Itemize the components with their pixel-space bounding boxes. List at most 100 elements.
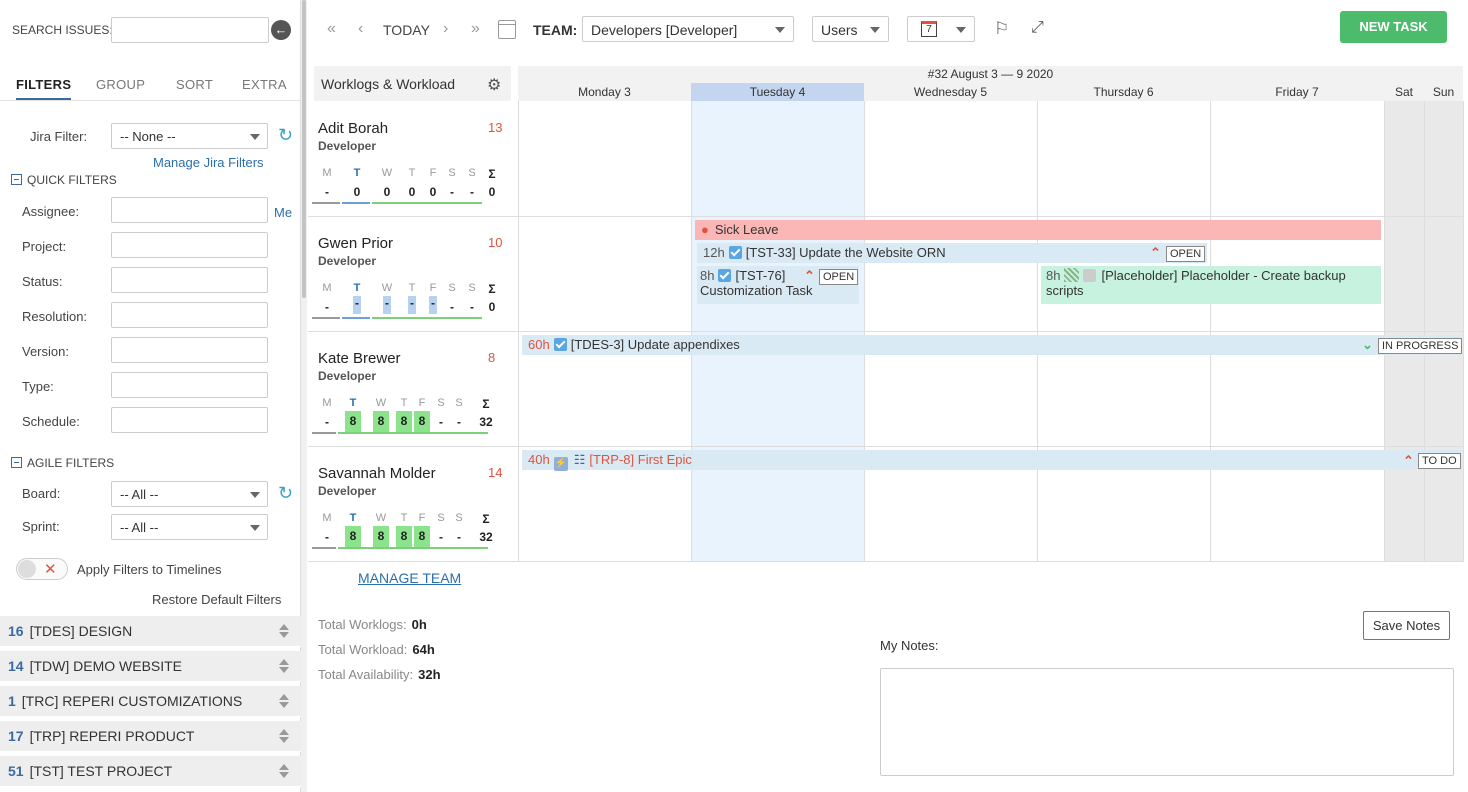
placeholder-card[interactable]: 8h [Placeholder] Placeholder - Create bac… bbox=[1041, 266, 1381, 304]
sort-icon[interactable] bbox=[279, 694, 289, 708]
schedule-input[interactable] bbox=[111, 407, 268, 433]
day-hours: 8 bbox=[396, 526, 412, 547]
checkbox-gray-icon bbox=[1083, 269, 1097, 282]
apply-filters-toggle[interactable]: ✕ bbox=[16, 558, 68, 580]
quick-filters-title: QUICK FILTERS bbox=[27, 173, 117, 187]
weekday-letter: S bbox=[455, 512, 463, 524]
notes-label: My Notes: bbox=[880, 638, 939, 653]
day-header: Tuesday 4 bbox=[749, 85, 806, 99]
double-chevron-right-icon[interactable]: » bbox=[471, 20, 480, 38]
weekday-letter: T bbox=[349, 397, 357, 409]
team-select[interactable]: Developers [Developer] bbox=[582, 16, 794, 42]
double-chevron-left-icon[interactable]: « bbox=[327, 20, 336, 38]
project-label: Project: bbox=[22, 239, 67, 254]
restore-default-filters-link[interactable]: Restore Default Filters bbox=[152, 592, 281, 607]
tab-sort[interactable]: SORT bbox=[176, 77, 213, 92]
search-issues-input[interactable] bbox=[111, 17, 269, 43]
gear-icon[interactable]: ⚙ bbox=[487, 75, 501, 95]
priority-low-icon: ⌄ bbox=[1362, 337, 1373, 352]
task-hours: 8h bbox=[700, 268, 715, 283]
day-hours: - bbox=[439, 530, 443, 544]
board-select[interactable]: -- All -- bbox=[111, 481, 268, 507]
sort-icon[interactable] bbox=[279, 729, 289, 743]
manage-jira-filters-link[interactable]: Manage Jira Filters bbox=[153, 155, 264, 170]
fullscreen-icon[interactable]: ⤢ bbox=[1031, 19, 1044, 37]
save-notes-button[interactable]: Save Notes bbox=[1363, 611, 1450, 640]
resolution-input[interactable] bbox=[111, 302, 268, 328]
me-link[interactable]: Me bbox=[274, 205, 292, 220]
day-hours: 8 bbox=[345, 526, 361, 547]
users-select[interactable]: Users bbox=[812, 16, 889, 42]
status-input[interactable] bbox=[111, 267, 268, 293]
project-group-row[interactable]: 16 [TDES] DESIGN bbox=[0, 616, 301, 647]
day-header: Thursday 6 bbox=[1093, 85, 1154, 99]
arrow-left-icon[interactable]: ← bbox=[271, 20, 291, 40]
project-group-row[interactable]: 17 [TRP] REPERI PRODUCT bbox=[0, 721, 301, 752]
tab-filters[interactable]: FILTERS bbox=[16, 77, 72, 100]
refresh-icon[interactable]: ↻ bbox=[278, 483, 293, 504]
version-label: Version: bbox=[22, 344, 69, 359]
project-group-row[interactable]: 1 [TRC] REPERI CUSTOMIZATIONS bbox=[0, 686, 301, 717]
day-hours: 0 bbox=[383, 185, 391, 199]
user-row[interactable]: Gwen Prior Developer 10 bbox=[318, 235, 502, 268]
version-input[interactable] bbox=[111, 337, 268, 363]
chevron-down-icon bbox=[956, 27, 966, 33]
scrollbar-thumb[interactable] bbox=[302, 0, 306, 298]
day-hours: - bbox=[383, 296, 391, 314]
jira-filter-select[interactable]: -- None -- bbox=[111, 123, 268, 149]
agile-filters-header[interactable]: AGILE FILTERS bbox=[11, 456, 114, 470]
flag-icon[interactable]: ⚐ bbox=[994, 19, 1009, 39]
user-row[interactable]: Savannah Molder Developer 14 bbox=[318, 465, 502, 498]
sprint-select[interactable]: -- All -- bbox=[111, 514, 268, 540]
total-value: 64h bbox=[412, 642, 435, 657]
status-badge: TO DO bbox=[1418, 453, 1461, 469]
tab-group[interactable]: GROUP bbox=[96, 77, 145, 92]
type-input[interactable] bbox=[111, 372, 268, 398]
chevron-left-icon[interactable]: ‹ bbox=[358, 20, 363, 38]
task-title: [TRP-8] First Epic bbox=[589, 452, 692, 467]
hierarchy-icon: ☷ bbox=[573, 452, 586, 467]
day-hours: - bbox=[470, 185, 474, 199]
notes-textarea[interactable] bbox=[880, 668, 1454, 776]
project-input[interactable] bbox=[111, 232, 268, 258]
striped-icon bbox=[1064, 268, 1080, 282]
user-row[interactable]: Kate Brewer Developer 8 bbox=[318, 350, 495, 383]
status-badge: OPEN bbox=[1166, 246, 1206, 262]
user-row[interactable]: Adit Borah Developer 13 bbox=[318, 120, 502, 153]
sort-icon[interactable] bbox=[279, 624, 289, 638]
project-group-row[interactable]: 14 [TDW] DEMO WEBSITE bbox=[0, 651, 301, 682]
calendar-icon[interactable] bbox=[498, 20, 516, 39]
weekday-letter: W bbox=[381, 167, 393, 179]
project-count: 51 bbox=[8, 763, 24, 779]
row-divider bbox=[308, 561, 1464, 562]
new-task-button[interactable]: NEW TASK bbox=[1340, 11, 1447, 43]
sort-icon[interactable] bbox=[279, 659, 289, 673]
weekday-letter: M bbox=[322, 512, 332, 524]
today-button[interactable]: TODAY bbox=[383, 22, 430, 38]
assignee-input[interactable] bbox=[111, 197, 268, 223]
manage-team-link[interactable]: MANAGE TEAM bbox=[358, 570, 461, 586]
task-bar[interactable]: 12h [TST-33] Update the Website ORN bbox=[697, 243, 1207, 263]
day-hours: - bbox=[325, 185, 329, 199]
users-value: Users bbox=[821, 22, 858, 38]
task-bar[interactable]: 40h ⚡ ☷ [TRP-8] First Epic bbox=[522, 450, 1461, 471]
total-label: Total Worklogs: bbox=[318, 617, 407, 632]
type-label: Type: bbox=[22, 379, 54, 394]
chevron-down-icon bbox=[250, 525, 260, 531]
sort-icon[interactable] bbox=[279, 764, 289, 778]
jira-filter-label: Jira Filter: bbox=[30, 129, 88, 144]
task-title: [TST-33] Update the Website ORN bbox=[745, 245, 946, 260]
task-bar[interactable]: 60h [TDES-3] Update appendixes bbox=[522, 335, 1461, 355]
sick-leave-bar[interactable]: ● Sick Leave bbox=[695, 220, 1381, 240]
day-hours: - bbox=[450, 185, 454, 199]
weekday-letter: S bbox=[448, 282, 456, 294]
tab-extra[interactable]: EXTRA bbox=[242, 77, 287, 92]
refresh-icon[interactable]: ↻ bbox=[278, 125, 293, 146]
sidebar-scrollbar[interactable] bbox=[301, 0, 307, 792]
chevron-right-icon[interactable]: › bbox=[443, 20, 448, 38]
quick-filters-header[interactable]: QUICK FILTERS bbox=[11, 173, 117, 187]
calendar-view-select[interactable]: 7 bbox=[907, 16, 975, 42]
total-worklogs: Total Worklogs: 0h bbox=[318, 617, 427, 632]
search-issues-label: SEARCH ISSUES: bbox=[12, 23, 113, 37]
project-group-row[interactable]: 51 [TST] TEST PROJECT bbox=[0, 756, 301, 787]
